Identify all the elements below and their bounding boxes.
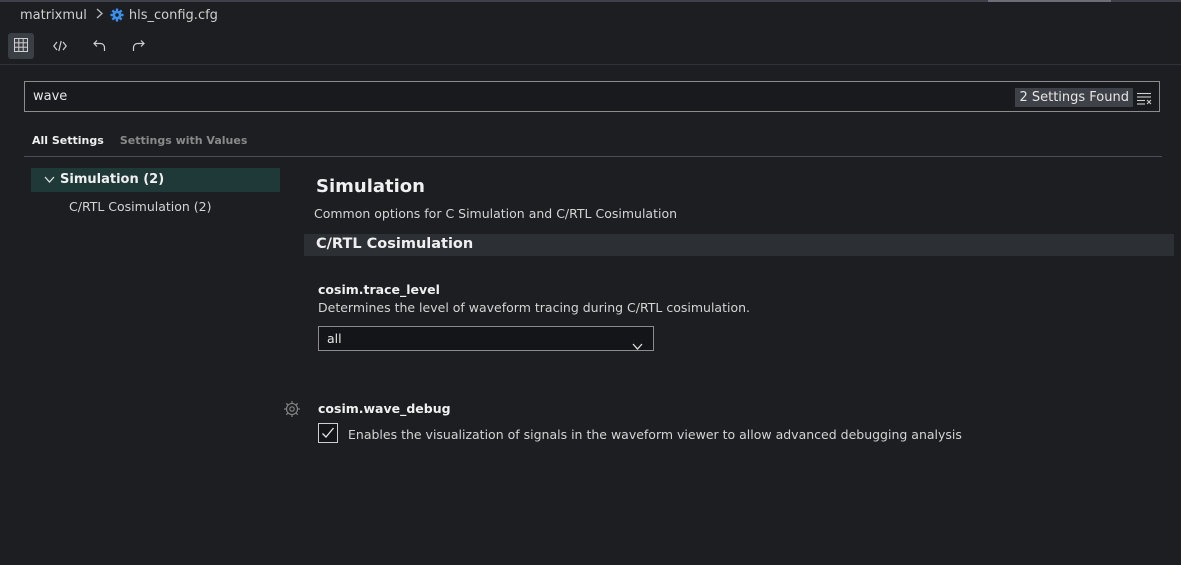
active-tab-indicator bbox=[988, 0, 1111, 2]
subsection-header: C/RTL Cosimulation bbox=[304, 234, 1174, 256]
wave-debug-checkbox[interactable] bbox=[318, 423, 338, 443]
table-view-icon bbox=[14, 37, 28, 56]
redo-icon bbox=[132, 37, 145, 56]
tab-all-settings[interactable]: All Settings bbox=[32, 134, 104, 147]
breadcrumb: matrixmul hls_config.cfg bbox=[20, 6, 218, 24]
search-input[interactable] bbox=[33, 87, 933, 106]
section-description: Common options for C Simulation and C/RT… bbox=[314, 206, 678, 221]
tabs-divider bbox=[24, 156, 1162, 157]
setting-name: cosim.trace_level bbox=[318, 282, 440, 297]
code-view-button[interactable] bbox=[47, 33, 73, 59]
results-count-badge: 2 Settings Found bbox=[1015, 88, 1133, 107]
undo-button[interactable] bbox=[86, 33, 112, 59]
setting-gear-icon[interactable] bbox=[283, 400, 301, 422]
breadcrumb-project[interactable]: matrixmul bbox=[20, 8, 87, 23]
section-title: Simulation bbox=[316, 176, 425, 197]
tree-item-cosimulation[interactable]: C/RTL Cosimulation (2) bbox=[69, 199, 212, 214]
divider bbox=[0, 64, 1181, 65]
chevron-down-icon bbox=[44, 176, 55, 183]
code-view-icon bbox=[53, 37, 67, 56]
tab-settings-with-values[interactable]: Settings with Values bbox=[120, 134, 248, 147]
tree-item-label: Simulation (2) bbox=[60, 172, 165, 187]
dropdown-value: all bbox=[327, 331, 342, 346]
toolbar bbox=[8, 33, 164, 59]
settings-search-box: 2 Settings Found bbox=[24, 81, 1160, 112]
subsection-title: C/RTL Cosimulation bbox=[316, 236, 474, 252]
redo-button[interactable] bbox=[125, 33, 151, 59]
setting-description: Enables the visualization of signals in … bbox=[348, 427, 962, 442]
clear-filter-icon[interactable] bbox=[1137, 90, 1152, 109]
table-view-button[interactable] bbox=[8, 33, 34, 59]
settings-tabs: All Settings Settings with Values bbox=[32, 134, 263, 147]
gear-icon bbox=[110, 8, 124, 22]
undo-icon bbox=[92, 37, 106, 56]
tree-item-simulation[interactable]: Simulation (2) bbox=[44, 172, 164, 187]
breadcrumb-file[interactable]: hls_config.cfg bbox=[129, 8, 218, 23]
chevron-down-icon bbox=[632, 335, 643, 354]
trace-level-dropdown[interactable]: all bbox=[318, 326, 654, 351]
setting-description: Determines the level of waveform tracing… bbox=[318, 300, 750, 315]
setting-name: cosim.wave_debug bbox=[318, 401, 451, 416]
chevron-right-icon bbox=[96, 8, 103, 23]
checkmark-icon bbox=[322, 427, 334, 438]
